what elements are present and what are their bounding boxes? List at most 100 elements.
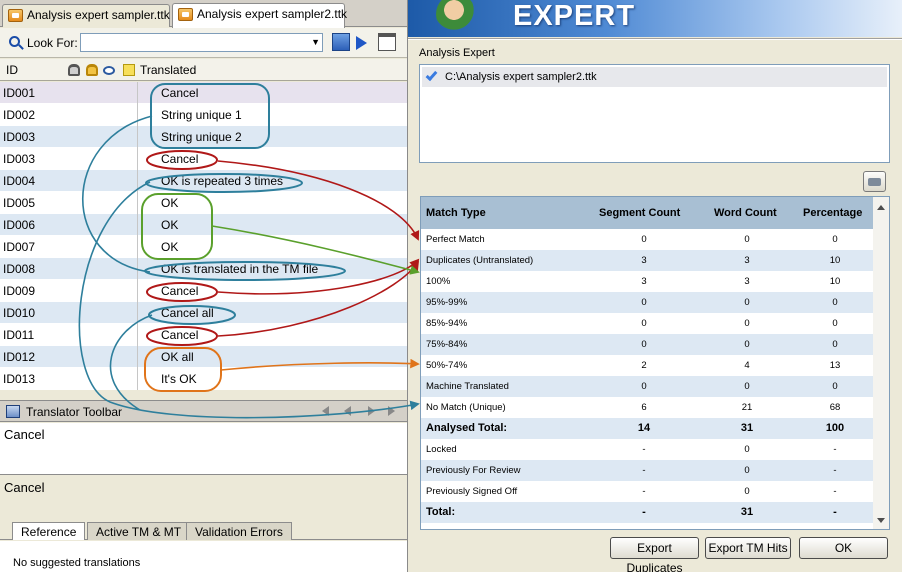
table-row: Analysed Total: 14 31 100 — [421, 418, 873, 439]
segment-count: 3 — [641, 276, 647, 287]
ok-button[interactable]: OK — [799, 537, 888, 559]
percentage: 0 — [832, 234, 838, 245]
match-type: Machine Translated — [426, 381, 509, 392]
previous-segment-icon[interactable] — [344, 406, 351, 416]
segment-text: Cancel — [161, 328, 199, 342]
table-row[interactable]: ID002 String unique 1 — [0, 104, 410, 126]
segment-text: OK is repeated 3 times — [161, 174, 284, 188]
percentage: 0 — [832, 339, 838, 350]
tab-sampler2[interactable]: Analysis expert sampler2.ttk — [172, 3, 347, 28]
tab-sampler[interactable]: Analysis expert sampler.ttk — [2, 4, 170, 27]
word-count: 0 — [744, 234, 750, 245]
segment-text: OK — [161, 218, 179, 232]
segment-count: 0 — [641, 318, 647, 329]
section-label: Analysis Expert — [419, 47, 495, 59]
percentage: 13 — [829, 360, 841, 371]
table-row[interactable]: ID008 OK is translated in the TM file — [0, 258, 410, 280]
segment-grid: ID001 Cancel ID002 String unique 1 ID003… — [0, 82, 410, 390]
project-icon — [178, 8, 193, 21]
note-icon[interactable] — [123, 64, 135, 76]
word-count: 0 — [744, 381, 750, 392]
match-type: Analysed Total: — [426, 422, 508, 434]
match-type: Locked — [426, 444, 457, 455]
segment-text: OK is translated in the TM file — [161, 262, 319, 276]
match-type-header: Match Type — [426, 207, 486, 219]
table-row[interactable]: ID003 String unique 2 — [0, 126, 410, 148]
match-type: Previously Signed Off — [426, 486, 518, 497]
first-segment-icon[interactable] — [322, 406, 329, 416]
word-count: 3 — [744, 276, 750, 287]
tab-active-tm-mt[interactable]: Active TM & MT — [87, 522, 191, 540]
word-count: 0 — [744, 444, 750, 455]
table-row[interactable]: ID001 Cancel — [0, 82, 410, 104]
table-row: Previously Signed Off - 0 - — [421, 481, 873, 502]
translator-toolbar-label: Translator Toolbar — [26, 405, 123, 419]
table-row[interactable]: ID011 Cancel — [0, 324, 410, 346]
table-row: 95%-99% 0 0 0 — [421, 292, 873, 313]
table-row[interactable]: ID007 OK — [0, 236, 410, 258]
table-row[interactable]: ID004 OK is repeated 3 times — [0, 170, 410, 192]
percentage: - — [833, 465, 837, 476]
tab-reference[interactable]: Reference — [12, 522, 86, 540]
match-type: 95%-99% — [426, 297, 468, 308]
match-type: 75%-84% — [426, 339, 468, 350]
gold-lock-icon[interactable] — [86, 64, 98, 76]
chevron-down-icon[interactable]: ▼ — [311, 37, 320, 47]
look-for-label: Look For: — [27, 36, 78, 50]
table-row[interactable]: ID009 Cancel — [0, 280, 410, 302]
export-tm-hits-button[interactable]: Export TM Hits — [705, 537, 791, 559]
eye-icon[interactable] — [103, 66, 115, 75]
table-row: Locked - 0 - — [421, 439, 873, 460]
word-count: 0 — [744, 486, 750, 497]
segment-id: ID012 — [3, 350, 36, 364]
look-for-input[interactable]: ▼ — [80, 33, 323, 52]
column-divider — [137, 82, 138, 390]
word-count: 0 — [744, 339, 750, 350]
word-count-header: Word Count — [714, 207, 777, 219]
list-item[interactable]: C:\Analysis expert sampler2.ttk — [422, 67, 887, 87]
print-button[interactable] — [863, 171, 886, 192]
bottom-tab-bar: Reference Active TM & MT Validation Erro… — [0, 520, 410, 540]
lock-icon[interactable] — [68, 64, 80, 76]
checkmark-icon[interactable] — [425, 68, 438, 82]
percentage: 10 — [829, 255, 841, 266]
percentage-header: Percentage — [803, 207, 863, 219]
word-count: 31 — [740, 506, 754, 518]
vertical-scrollbar[interactable] — [873, 197, 889, 529]
export-duplicates-button[interactable]: Export Duplicates — [610, 537, 699, 572]
next-segment-icon[interactable] — [368, 406, 375, 416]
last-segment-icon[interactable] — [388, 406, 395, 416]
segment-count: - — [642, 444, 646, 455]
tab-validation-errors[interactable]: Validation Errors — [186, 522, 292, 540]
source-pane[interactable]: Cancel — [0, 423, 410, 475]
scroll-down-icon[interactable] — [877, 518, 885, 523]
segment-text: Cancel — [161, 86, 199, 100]
percentage: - — [833, 444, 837, 455]
play-icon[interactable] — [356, 36, 367, 50]
segment-count: 6 — [641, 402, 647, 413]
table-row[interactable]: ID013 It's OK — [0, 368, 410, 390]
word-count: 3 — [744, 255, 750, 266]
target-pane[interactable]: Cancel — [0, 476, 410, 514]
scroll-up-icon[interactable] — [877, 205, 885, 210]
translated-column-header[interactable]: Translated — [140, 63, 196, 77]
percentage: - — [833, 506, 837, 518]
table-row: Duplicates (Untranslated) 3 3 10 — [421, 250, 873, 271]
segment-id: ID001 — [3, 86, 36, 100]
table-row: 100% 3 3 10 — [421, 271, 873, 292]
table-row[interactable]: ID005 OK — [0, 192, 410, 214]
file-list: C:\Analysis expert sampler2.ttk — [419, 64, 890, 163]
project-icon — [8, 9, 23, 22]
table-row[interactable]: ID006 OK — [0, 214, 410, 236]
id-column-header[interactable]: ID — [6, 63, 18, 77]
table-row: Perfect Match 0 0 0 — [421, 229, 873, 250]
table-row[interactable]: ID010 Cancel all — [0, 302, 410, 324]
search-icon — [9, 36, 20, 47]
table-row[interactable]: ID003 Cancel — [0, 148, 410, 170]
find-button[interactable] — [332, 33, 350, 51]
editor-window: Analysis expert sampler.ttk Analysis exp… — [0, 0, 410, 572]
window-icon[interactable] — [378, 33, 396, 51]
table-header: Match Type Segment Count Word Count Perc… — [421, 197, 873, 229]
table-row[interactable]: ID012 OK all — [0, 346, 410, 368]
divider — [408, 38, 902, 40]
